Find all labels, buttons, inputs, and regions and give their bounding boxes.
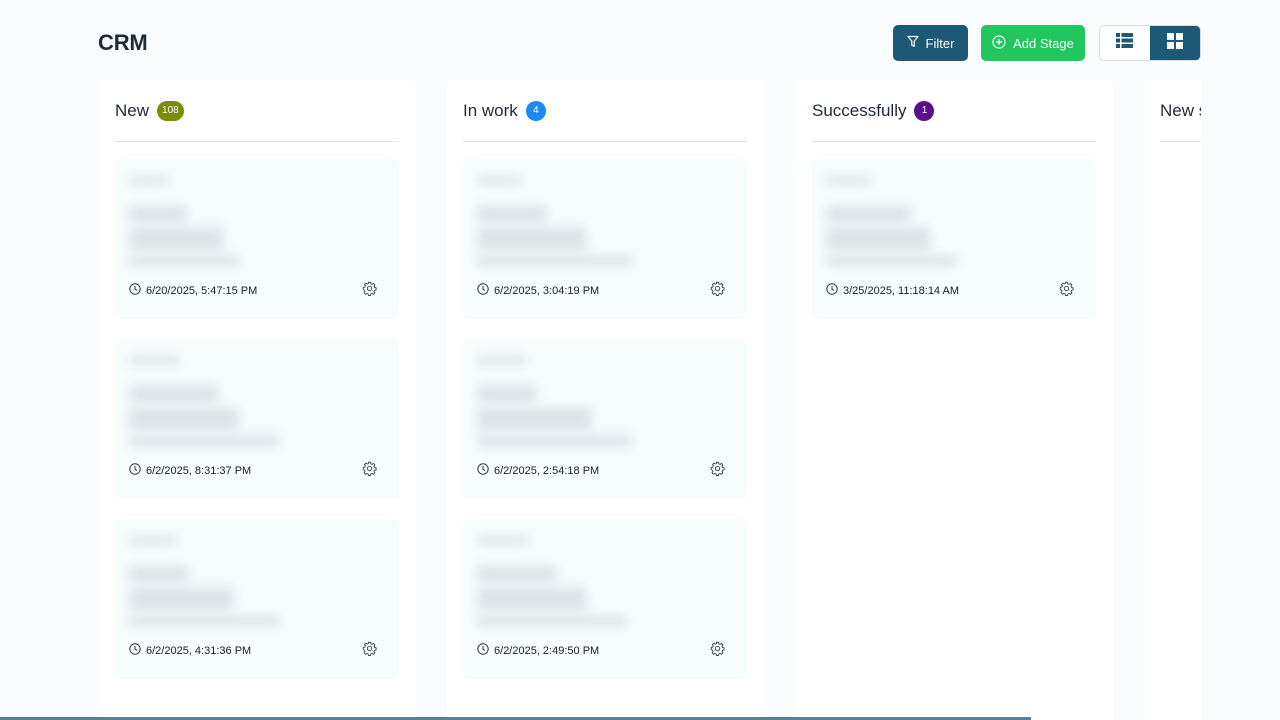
settings-gear-icon[interactable] [362,641,377,661]
clock-icon [129,642,141,660]
deal-card[interactable]: 6/2/2025, 2:54:18 PM [463,339,747,499]
stage-title: In work [463,100,518,120]
card-date-text: 6/2/2025, 8:31:37 PM [146,465,252,477]
card-footer: 6/2/2025, 2:54:18 PM [477,461,725,481]
deal-card[interactable]: 3/25/2025, 11:18:14 AM [812,159,1096,319]
blurred-card-content [129,587,234,611]
blurred-card-content [129,565,189,583]
card-date-text: 3/25/2025, 11:18:14 AM [843,285,959,297]
stage-count-badge: 4 [525,100,546,121]
deal-card[interactable]: 6/2/2025, 2:49:50 PM [463,519,747,679]
blurred-card-title [477,536,529,545]
card-date: 6/20/2025, 5:47:15 PM [129,282,257,300]
settings-gear-icon[interactable] [710,461,725,481]
blurred-card-title [477,176,522,185]
card-date-text: 6/2/2025, 2:49:50 PM [494,645,600,657]
blurred-card-content [129,615,279,627]
card-date: 6/2/2025, 2:54:18 PM [477,462,599,480]
settings-gear-icon[interactable] [1059,281,1074,301]
blurred-card-content [477,615,627,627]
blurred-card-content [129,435,279,447]
stage-header: New 108 [115,80,399,142]
card-date: 6/2/2025, 4:31:36 PM [129,642,251,660]
stage-header: New stage [1160,80,1201,142]
clock-icon [129,462,141,480]
blurred-card-content [129,385,219,403]
card-footer: 6/2/2025, 4:31:36 PM [129,641,377,661]
clock-icon [129,282,141,300]
blurred-card-content [129,227,224,251]
blurred-card-content [477,255,632,267]
card-footer: 6/2/2025, 3:04:19 PM [477,281,725,301]
blurred-card-content [826,255,956,267]
stage-column-successfully: Successfully 1 3/25/2025, 11:18:14 AM [796,80,1113,720]
deal-card[interactable]: 6/2/2025, 8:31:37 PM [115,339,399,499]
card-footer: 3/25/2025, 11:18:14 AM [826,281,1074,301]
blurred-card-content [477,565,557,583]
clock-icon [477,462,489,480]
blurred-card-content [477,435,632,447]
deal-card[interactable]: 6/20/2025, 5:47:15 PM [115,159,399,319]
card-footer: 6/2/2025, 2:49:50 PM [477,641,725,661]
card-date-text: 6/2/2025, 3:04:19 PM [494,285,600,297]
card-date: 6/2/2025, 8:31:37 PM [129,462,251,480]
stage-column-in-work: In work 4 6/2/2025, 3:04:19 PM 6/2/2025,… [447,80,764,720]
kanban-board: New 108 6/20/2025, 5:47:15 PM 6/2/2025, … [0,0,1201,720]
blurred-card-content [477,385,537,403]
card-footer: 6/2/2025, 8:31:37 PM [129,461,377,481]
stage-header: In work 4 [463,80,747,142]
card-date-text: 6/2/2025, 4:31:36 PM [146,645,252,657]
blurred-card-content [129,255,239,267]
blurred-card-title [129,356,181,365]
stage-title: New [115,100,150,120]
blurred-card-content [477,587,587,611]
card-date: 3/25/2025, 11:18:14 AM [826,282,959,300]
settings-gear-icon[interactable] [710,641,725,661]
settings-gear-icon[interactable] [710,281,725,301]
stage-title: New stage [1160,100,1201,120]
stage-title: Successfully [812,100,907,120]
settings-gear-icon[interactable] [362,281,377,301]
card-footer: 6/20/2025, 5:47:15 PM [129,281,377,301]
blurred-card-content [129,205,187,223]
stage-column-new-stage: New stage [1144,80,1201,720]
blurred-card-content [477,227,587,251]
clock-icon [477,282,489,300]
blurred-card-content [477,205,547,223]
stage-header: Successfully 1 [812,80,1096,142]
blurred-card-title [129,176,169,185]
stage-column-new: New 108 6/20/2025, 5:47:15 PM 6/2/2025, … [99,80,416,720]
blurred-card-content [826,227,931,251]
crm-page: CRM Filter Add Stage New 108 6/20/2025, … [0,0,1280,720]
settings-gear-icon[interactable] [362,461,377,481]
card-date: 6/2/2025, 2:49:50 PM [477,642,599,660]
blurred-card-content [826,205,911,223]
deal-card[interactable]: 6/2/2025, 4:31:36 PM [115,519,399,679]
clock-icon [477,642,489,660]
deal-card[interactable]: 6/2/2025, 3:04:19 PM [463,159,747,319]
blurred-card-title [826,176,871,185]
stage-count-badge: 108 [157,100,184,121]
clock-icon [826,282,838,300]
blurred-card-content [477,407,592,431]
blurred-card-title [129,536,177,545]
card-date-text: 6/2/2025, 2:54:18 PM [494,465,600,477]
blurred-card-content [129,407,239,431]
blurred-card-title [477,356,527,365]
card-date-text: 6/20/2025, 5:47:15 PM [146,285,258,297]
stage-count-badge: 1 [914,100,935,121]
card-date: 6/2/2025, 3:04:19 PM [477,282,599,300]
